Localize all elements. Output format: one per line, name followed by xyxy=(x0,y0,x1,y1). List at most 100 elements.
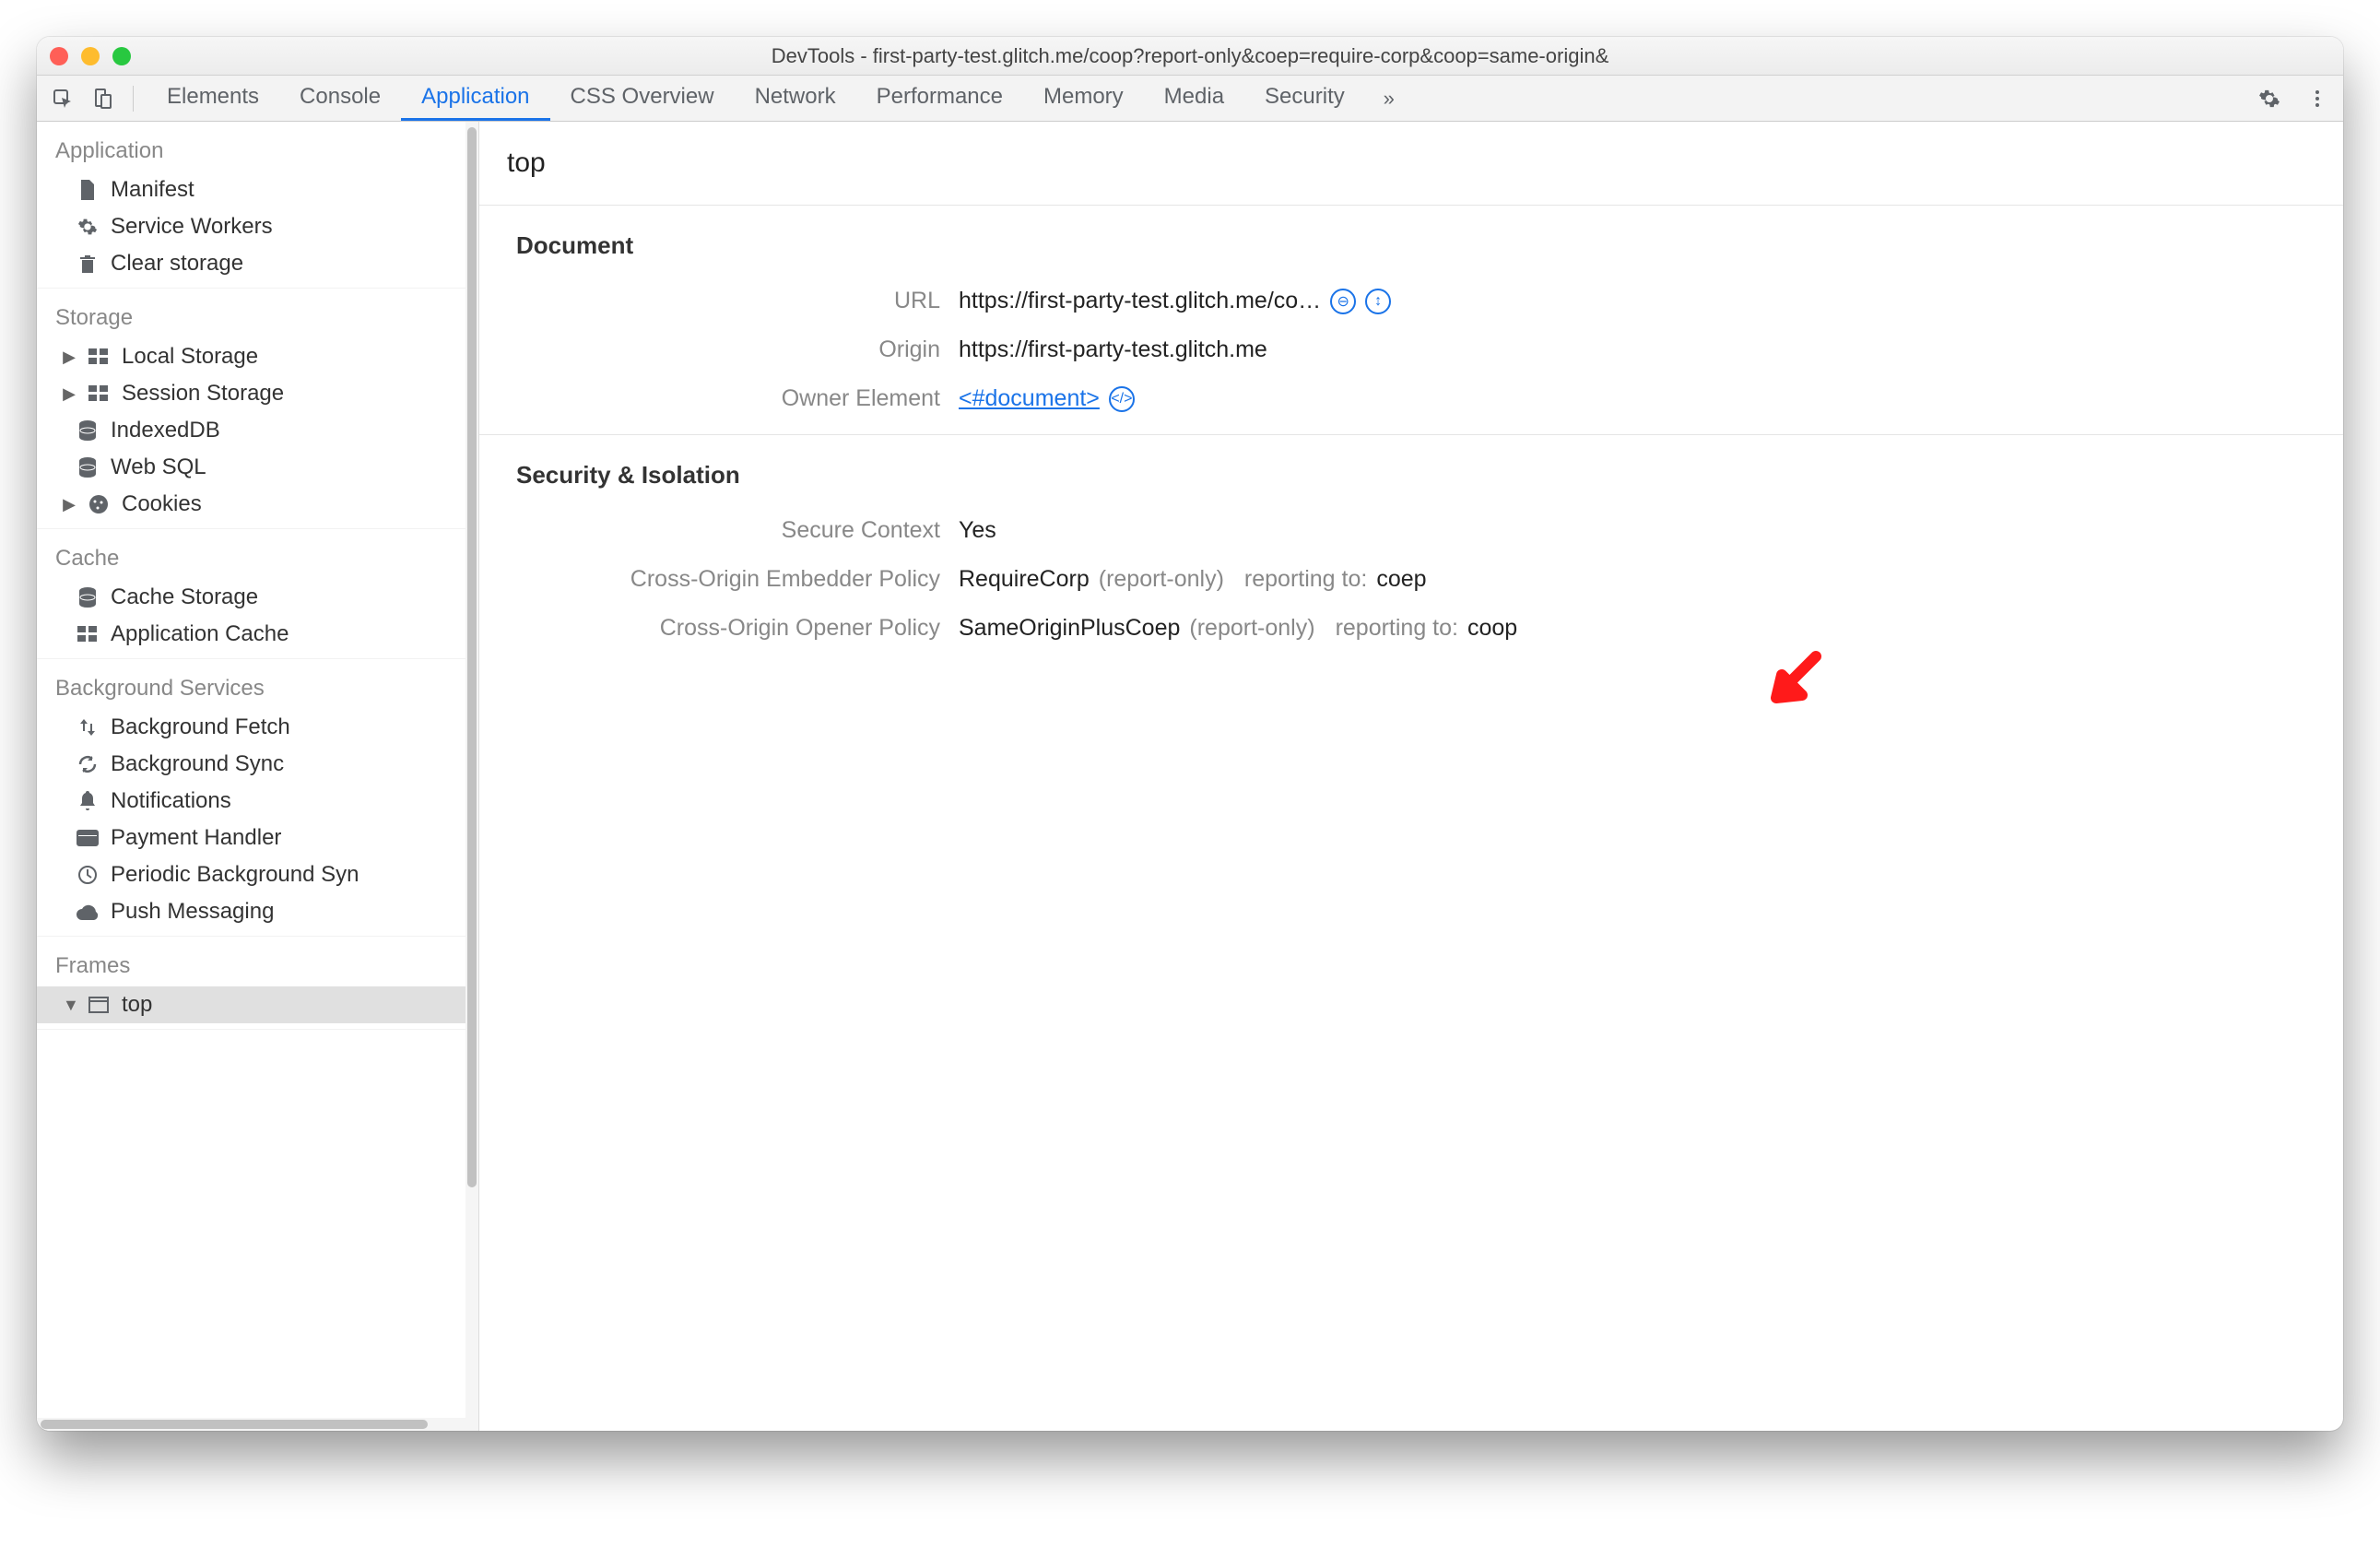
owner-row: Owner Element <#document> </> xyxy=(516,374,2306,423)
settings-icon[interactable] xyxy=(2253,82,2286,115)
sidebar-hscrollbar[interactable] xyxy=(37,1418,478,1431)
db-icon xyxy=(76,455,100,479)
sidebar-item-label: Periodic Background Syn xyxy=(111,862,359,888)
coop-row: Cross-Origin Opener Policy SameOriginPlu… xyxy=(516,604,2306,653)
tab-memory[interactable]: Memory xyxy=(1023,76,1144,121)
sync-icon xyxy=(76,752,100,776)
coep-report-label: reporting to: xyxy=(1244,566,1367,593)
sidebar-item-cookies[interactable]: ▶ Cookies xyxy=(37,486,478,523)
coep-mode: (report-only) xyxy=(1099,566,1224,593)
body: ApplicationManifestService WorkersClear … xyxy=(37,122,2343,1431)
sidebar-item-label: Clear storage xyxy=(111,251,243,277)
tab-media[interactable]: Media xyxy=(1144,76,1244,121)
trash-icon xyxy=(76,252,100,276)
coop-badge-icon[interactable]: ⊖ xyxy=(1330,289,1356,314)
chevron-right-icon[interactable]: ▶ xyxy=(63,384,76,404)
sidebar-group-header: Frames xyxy=(37,946,478,986)
cookie-icon xyxy=(87,492,111,516)
tab-application[interactable]: Application xyxy=(401,76,549,121)
sidebar-item-manifest[interactable]: Manifest xyxy=(37,171,478,208)
close-button[interactable] xyxy=(50,47,68,65)
sidebar-item-background-sync[interactable]: Background Sync xyxy=(37,746,478,783)
sidebar-item-push-messaging[interactable]: Push Messaging xyxy=(37,893,478,930)
coop-mode: (report-only) xyxy=(1189,615,1314,642)
chevron-down-icon[interactable]: ▼ xyxy=(63,996,76,1015)
sidebar-group-cache: CacheCache Storage Application Cache xyxy=(37,529,478,659)
sidebar-item-clear-storage[interactable]: Clear storage xyxy=(37,245,478,282)
sidebar-item-session-storage[interactable]: ▶Session Storage xyxy=(37,375,478,412)
sidebar-group-header: Cache xyxy=(37,538,478,579)
sidebar-item-label: IndexedDB xyxy=(111,418,220,443)
frame-icon xyxy=(87,993,111,1017)
sidebar-item-label: Background Fetch xyxy=(111,714,290,740)
file-icon xyxy=(76,178,100,202)
sidebar-item-indexeddb[interactable]: IndexedDB xyxy=(37,412,478,449)
maximize-button[interactable] xyxy=(112,47,131,65)
tab-console[interactable]: Console xyxy=(279,76,401,121)
sidebar-item-label: Manifest xyxy=(111,177,194,203)
document-section: Document URL https://first-party-test.gl… xyxy=(479,206,2343,435)
grid-icon xyxy=(76,622,100,646)
security-section: Security & Isolation Secure Context Yes … xyxy=(479,435,2343,664)
tab-performance[interactable]: Performance xyxy=(856,76,1023,121)
sidebar-item-label: Payment Handler xyxy=(111,825,281,851)
sidebar-item-periodic-background-syn[interactable]: Periodic Background Syn xyxy=(37,856,478,893)
sidebar: ApplicationManifestService WorkersClear … xyxy=(37,122,479,1431)
tab-css-overview[interactable]: CSS Overview xyxy=(550,76,735,121)
coep-row: Cross-Origin Embedder Policy RequireCorp… xyxy=(516,555,2306,604)
db-icon xyxy=(76,419,100,443)
sidebar-item-cache-storage[interactable]: Cache Storage xyxy=(37,579,478,616)
kebab-menu-icon[interactable] xyxy=(2301,82,2334,115)
devtools-window: DevTools - first-party-test.glitch.me/co… xyxy=(37,37,2343,1431)
updown-icon xyxy=(76,715,100,739)
sidebar-item-service-workers[interactable]: Service Workers xyxy=(37,208,478,245)
chevron-right-icon[interactable]: ▶ xyxy=(63,348,76,367)
owner-link[interactable]: <#document> xyxy=(959,385,1100,412)
window-title: DevTools - first-party-test.glitch.me/co… xyxy=(37,44,2343,68)
coop-report-value: coop xyxy=(1467,615,1517,642)
owner-label: Owner Element xyxy=(516,385,959,412)
sidebar-group-application: ApplicationManifestService WorkersClear … xyxy=(37,122,478,289)
sidebar-group-header: Storage xyxy=(37,298,478,338)
sidebar-item-notifications[interactable]: Notifications xyxy=(37,783,478,820)
gear-icon xyxy=(76,215,100,239)
security-section-title: Security & Isolation xyxy=(516,461,2306,490)
sidebar-group-storage: Storage▶Local Storage▶Session Storage Ind… xyxy=(37,289,478,529)
coop-value: SameOriginPlusCoep xyxy=(959,615,1180,642)
toolbar-separator xyxy=(133,86,134,112)
sidebar-item-label: Cookies xyxy=(122,491,202,517)
card-icon xyxy=(76,826,100,850)
sidebar-scrollbar-thumb[interactable] xyxy=(467,127,477,1187)
reveal-element-icon[interactable]: </> xyxy=(1109,386,1135,412)
sidebar-item-label: Web SQL xyxy=(111,454,206,480)
sidebar-item-background-fetch[interactable]: Background Fetch xyxy=(37,709,478,746)
origin-row: Origin https://first-party-test.glitch.m… xyxy=(516,325,2306,374)
more-tabs-icon[interactable]: » xyxy=(1373,82,1406,115)
sidebar-item-label: Notifications xyxy=(111,788,231,814)
tab-network[interactable]: Network xyxy=(735,76,856,121)
db-icon xyxy=(76,585,100,609)
device-toolbar-icon[interactable] xyxy=(87,82,120,115)
clock-icon xyxy=(76,863,100,887)
tab-security[interactable]: Security xyxy=(1244,76,1365,121)
sidebar-item-web-sql[interactable]: Web SQL xyxy=(37,449,478,486)
sidebar-item-label: Application Cache xyxy=(111,621,289,647)
coop-label: Cross-Origin Opener Policy xyxy=(516,615,959,642)
tab-elements[interactable]: Elements xyxy=(147,76,279,121)
coop-report-label: reporting to: xyxy=(1336,615,1458,642)
sidebar-group-frames: Frames▼top xyxy=(37,937,478,1030)
url-value: https://first-party-test.glitch.me/co… xyxy=(959,288,1321,314)
sidebar-scrollbar[interactable] xyxy=(465,122,478,1431)
inspect-element-icon[interactable] xyxy=(46,82,79,115)
sidebar-item-payment-handler[interactable]: Payment Handler xyxy=(37,820,478,856)
toolbar: ElementsConsoleApplicationCSS OverviewNe… xyxy=(37,76,2343,122)
sidebar-hscrollbar-thumb[interactable] xyxy=(41,1420,428,1429)
sidebar-item-local-storage[interactable]: ▶Local Storage xyxy=(37,338,478,375)
sidebar-item-top[interactable]: ▼top xyxy=(37,986,478,1023)
minimize-button[interactable] xyxy=(81,47,100,65)
chevron-right-icon[interactable]: ▶ xyxy=(63,495,76,514)
secure-context-row: Secure Context Yes xyxy=(516,506,2306,555)
coep-badge-icon[interactable]: ↕ xyxy=(1365,289,1391,314)
coep-report-value: coep xyxy=(1376,566,1426,593)
sidebar-item-application-cache[interactable]: Application Cache xyxy=(37,616,478,653)
